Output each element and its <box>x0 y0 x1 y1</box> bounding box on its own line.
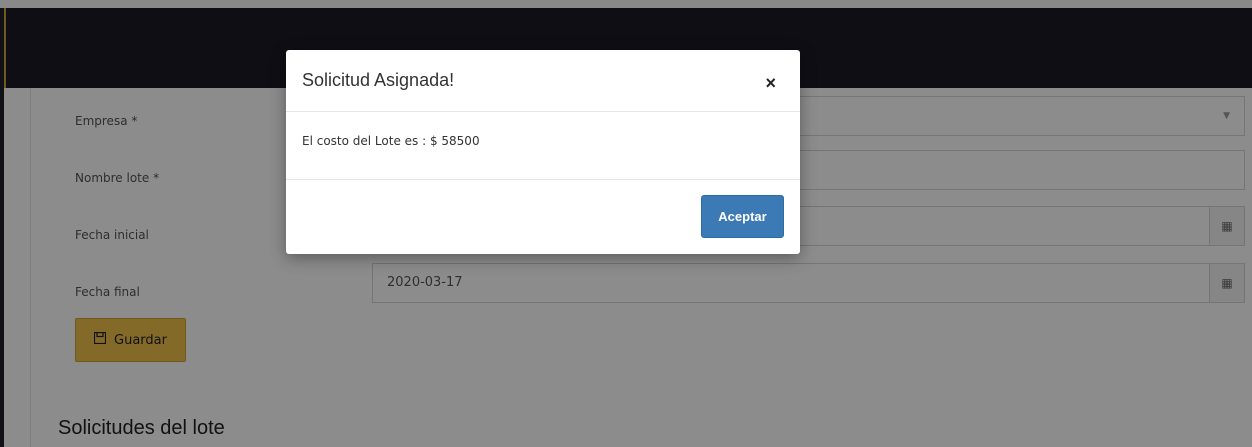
modal-footer: Aceptar <box>286 180 800 254</box>
modal-header: Solicitud Asignada! × <box>286 50 800 112</box>
modal-message: El costo del Lote es : $ 58500 <box>302 134 480 148</box>
close-icon[interactable]: × <box>765 73 776 94</box>
modal-body: El costo del Lote es : $ 58500 <box>286 112 800 180</box>
modal-dialog: Solicitud Asignada! × El costo del Lote … <box>286 50 800 254</box>
aceptar-button[interactable]: Aceptar <box>701 195 784 238</box>
modal-title: Solicitud Asignada! <box>302 70 455 90</box>
